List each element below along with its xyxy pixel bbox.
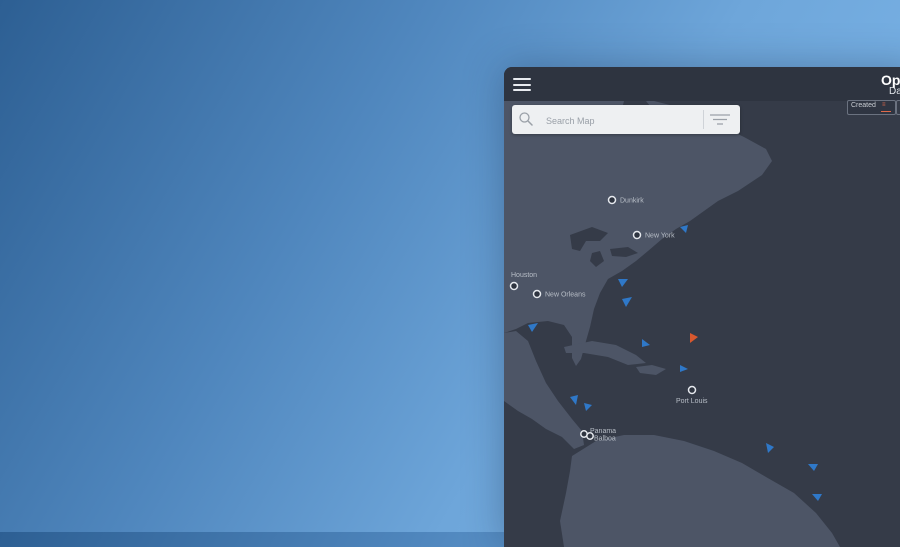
port-label: New York bbox=[645, 233, 675, 240]
secondary-toolbar-button[interactable] bbox=[896, 100, 900, 115]
search-divider bbox=[703, 110, 704, 129]
port-label: Houston bbox=[511, 272, 537, 279]
menu-icon[interactable] bbox=[513, 78, 531, 91]
app-subtitle: Da bbox=[889, 86, 900, 97]
port-label: Panama bbox=[590, 428, 616, 435]
app-window: Op Da Dunkirk New York Houston New Orlea… bbox=[504, 67, 900, 547]
port-label: Port Louis bbox=[676, 398, 708, 405]
port-marker[interactable]: Dunkirk bbox=[607, 195, 645, 205]
port-label: Dunkirk bbox=[620, 198, 644, 205]
search-input[interactable] bbox=[544, 110, 703, 131]
sort-direction-icon: ≡ bbox=[882, 102, 886, 108]
map-canvas[interactable]: Dunkirk New York Houston New Orleans Por… bbox=[504, 101, 900, 547]
port-label: New Orleans bbox=[545, 292, 586, 299]
sort-by-created-button[interactable]: Created ≡ bbox=[847, 100, 896, 115]
title-bar: Op Da bbox=[504, 67, 900, 101]
sort-label: Created bbox=[851, 102, 876, 109]
filter-icon[interactable] bbox=[710, 113, 730, 126]
port-label: Balboa bbox=[594, 436, 616, 443]
sort-active-indicator bbox=[881, 111, 891, 112]
search-icon[interactable] bbox=[519, 112, 533, 126]
search-box bbox=[512, 105, 740, 134]
